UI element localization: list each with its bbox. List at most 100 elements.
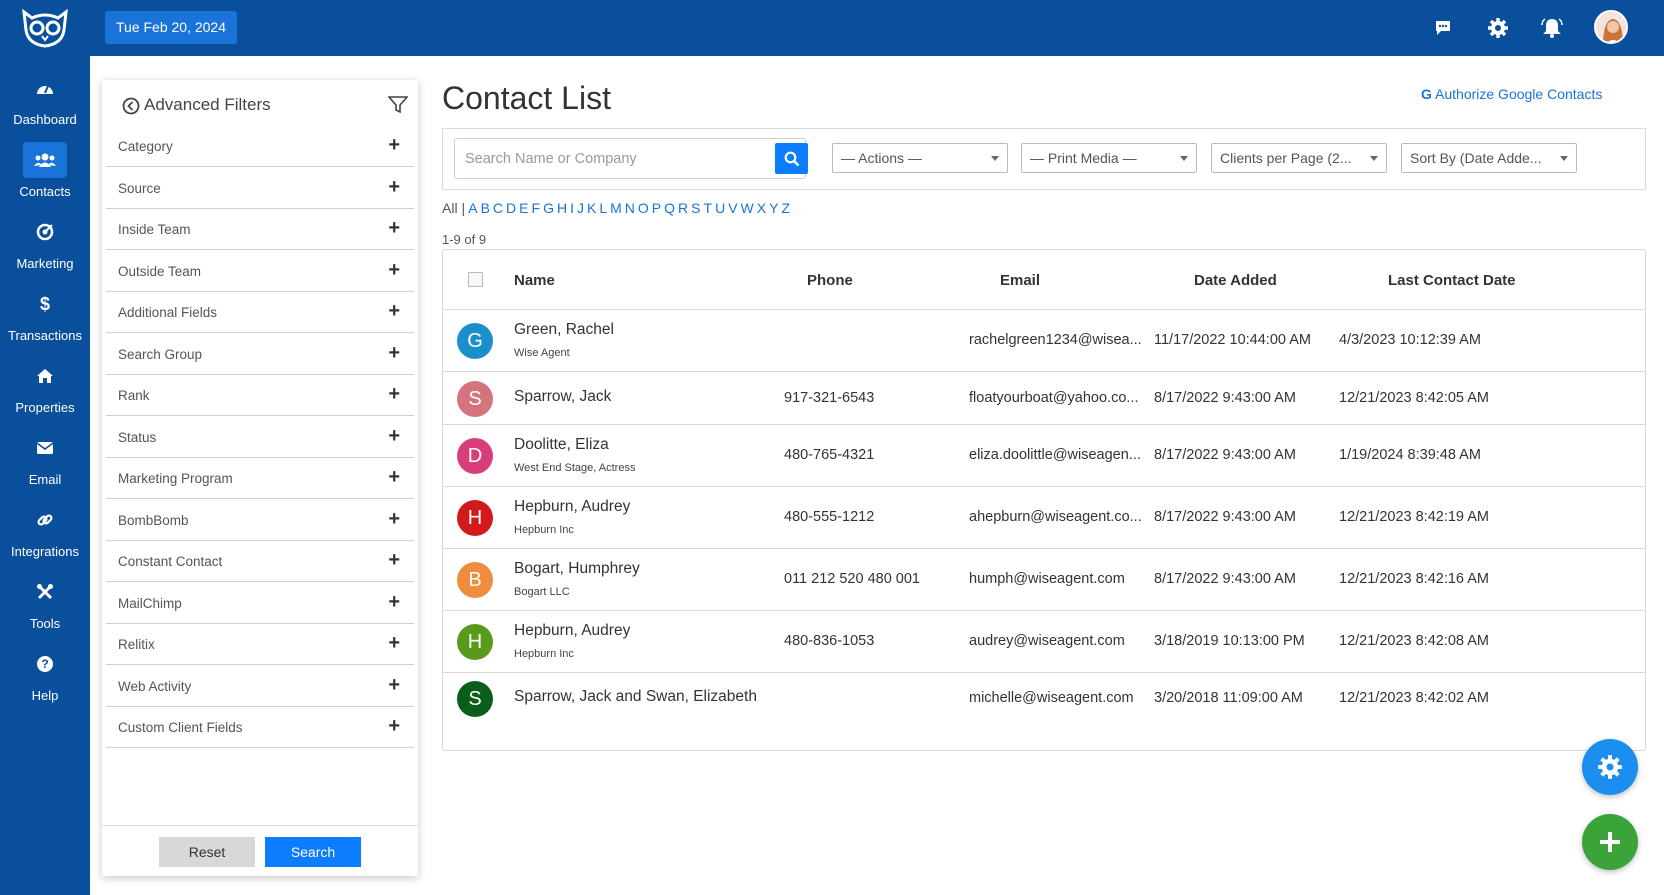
contact-name-link[interactable]: Green, Rachel <box>514 321 614 339</box>
alpha-letter-link[interactable]: Y <box>769 200 778 216</box>
column-header-last-contact-date[interactable]: Last Contact Date <box>1388 272 1516 289</box>
contact-name-link[interactable]: Sparrow, Jack and Swan, Elizabeth <box>514 688 757 706</box>
sidebar-item-email[interactable]: Email <box>0 430 90 500</box>
alpha-letter-link[interactable]: U <box>715 200 725 216</box>
contact-email[interactable]: eliza.doolittle@wiseagen... <box>969 447 1141 463</box>
alpha-letter-link[interactable]: Q <box>664 200 675 216</box>
column-header-phone[interactable]: Phone <box>807 272 853 289</box>
table-row[interactable]: B Bogart, Humphrey Bogart LLC 011 212 520 4… <box>443 549 1645 611</box>
plus-icon[interactable]: + <box>388 342 400 365</box>
contact-name-link[interactable]: Sparrow, Jack <box>514 388 611 406</box>
alpha-letter-link[interactable]: I <box>570 200 574 216</box>
reset-button[interactable]: Reset <box>159 837 255 867</box>
sort-by-dropdown[interactable]: Sort By (Date Adde... <box>1401 143 1577 173</box>
plus-icon[interactable]: + <box>388 134 400 157</box>
select-all-checkbox[interactable] <box>468 272 483 287</box>
filter-row[interactable]: Additional Fields + <box>106 292 414 333</box>
plus-icon[interactable]: + <box>388 632 400 655</box>
contact-email[interactable]: audrey@wiseagent.com <box>969 633 1125 649</box>
plus-icon[interactable]: + <box>388 549 400 572</box>
filter-row[interactable]: Status + <box>106 417 414 458</box>
bell-icon[interactable] <box>1538 14 1566 42</box>
add-contact-fab-button[interactable] <box>1582 814 1638 870</box>
plus-icon[interactable]: + <box>388 176 400 199</box>
filter-row[interactable]: Relitix + <box>106 624 414 665</box>
alpha-letter-link[interactable]: Z <box>781 200 790 216</box>
table-row[interactable]: S Sparrow, Jack and Swan, Elizabeth michel… <box>443 673 1645 725</box>
alpha-letter-link[interactable]: V <box>728 200 737 216</box>
alpha-letter-link[interactable]: R <box>678 200 688 216</box>
filter-row[interactable]: Web Activity + <box>106 666 414 707</box>
gear-icon[interactable] <box>1484 14 1512 42</box>
plus-icon[interactable]: + <box>388 425 400 448</box>
alpha-letter-link[interactable]: K <box>587 200 596 216</box>
date-display[interactable]: Tue Feb 20, 2024 <box>105 11 238 44</box>
authorize-google-contacts-link[interactable]: G Authorize Google Contacts <box>1421 86 1602 102</box>
plus-icon[interactable]: + <box>388 674 400 697</box>
alpha-letter-link[interactable]: D <box>506 200 516 216</box>
plus-icon[interactable]: + <box>388 383 400 406</box>
plus-icon[interactable]: + <box>388 715 400 738</box>
sidebar-item-help[interactable]: ? Help <box>0 646 90 716</box>
alpha-letter-link[interactable]: C <box>493 200 503 216</box>
filter-row[interactable]: MailChimp + <box>106 583 414 624</box>
sidebar-item-properties[interactable]: Properties <box>0 358 90 428</box>
filter-row[interactable]: Rank + <box>106 375 414 416</box>
chat-icon[interactable] <box>1429 14 1457 42</box>
contact-email[interactable]: ahepburn@wiseagent.co... <box>969 509 1142 525</box>
contact-email[interactable]: rachelgreen1234@wisea... <box>969 332 1142 348</box>
column-header-name[interactable]: Name <box>514 272 555 289</box>
funnel-icon[interactable] <box>387 96 409 119</box>
search-submit-button[interactable] <box>775 143 808 174</box>
filter-row[interactable]: BombBomb + <box>106 500 414 541</box>
alpha-letter-link[interactable]: W <box>741 200 754 216</box>
alpha-letter-link[interactable]: B <box>481 200 490 216</box>
alpha-letter-link[interactable]: G <box>543 200 554 216</box>
contact-name-link[interactable]: Bogart, Humphrey <box>514 560 640 578</box>
contact-name-link[interactable]: Hepburn, Audrey <box>514 498 630 516</box>
contact-name-link[interactable]: Hepburn, Audrey <box>514 622 630 640</box>
sidebar-item-transactions[interactable]: $ Transactions <box>0 286 90 356</box>
filter-row[interactable]: Inside Team + <box>106 209 414 250</box>
sidebar-item-contacts[interactable]: Contacts <box>0 142 90 212</box>
settings-fab-button[interactable] <box>1582 739 1638 795</box>
alpha-letter-link[interactable]: X <box>757 200 766 216</box>
alpha-letter-link[interactable]: L <box>599 200 607 216</box>
alpha-letter-link[interactable]: A <box>468 200 477 216</box>
alpha-letter-link[interactable]: F <box>532 200 541 216</box>
alpha-letter-link[interactable]: O <box>638 200 649 216</box>
sidebar-item-integrations[interactable]: Integrations <box>0 502 90 572</box>
alpha-all-label[interactable]: All <box>442 200 458 216</box>
search-input[interactable] <box>454 138 806 179</box>
alpha-letter-link[interactable]: S <box>691 200 700 216</box>
alpha-letter-link[interactable]: J <box>577 200 584 216</box>
print-media-dropdown[interactable]: — Print Media — <box>1021 143 1197 173</box>
alpha-letter-link[interactable]: N <box>625 200 635 216</box>
plus-icon[interactable]: + <box>388 217 400 240</box>
plus-icon[interactable]: + <box>388 508 400 531</box>
table-row[interactable]: H Hepburn, Audrey Hepburn Inc 480-836-1053 a… <box>443 611 1645 673</box>
alpha-letter-link[interactable]: P <box>652 200 661 216</box>
table-row[interactable]: H Hepburn, Audrey Hepburn Inc 480-555-1212 a… <box>443 487 1645 549</box>
filter-row[interactable]: Source + <box>106 168 414 209</box>
table-row[interactable]: D Doolitte, Eliza West End Stage, Actress 4… <box>443 425 1645 487</box>
table-row[interactable]: G Green, Rachel Wise Agent rachelgreen1234@… <box>443 310 1645 372</box>
sidebar-item-tools[interactable]: Tools <box>0 574 90 644</box>
clients-per-page-dropdown[interactable]: Clients per Page (2... <box>1211 143 1387 173</box>
table-row[interactable]: S Sparrow, Jack 917-321-6543 floatyourboat@… <box>443 372 1645 425</box>
alpha-letter-link[interactable]: T <box>704 200 713 216</box>
back-circle-icon[interactable] <box>122 97 140 120</box>
actions-dropdown[interactable]: — Actions — <box>832 143 1008 173</box>
filter-row[interactable]: Custom Client Fields + <box>106 707 414 748</box>
owl-logo-icon[interactable] <box>18 8 72 48</box>
plus-icon[interactable]: + <box>388 591 400 614</box>
filter-row[interactable]: Category + <box>106 126 414 167</box>
contact-email[interactable]: floatyourboat@yahoo.co... <box>969 390 1139 406</box>
search-button[interactable]: Search <box>265 837 361 867</box>
filter-row[interactable]: Marketing Program + <box>106 458 414 499</box>
sidebar-item-marketing[interactable]: Marketing <box>0 214 90 284</box>
plus-icon[interactable]: + <box>388 259 400 282</box>
alpha-letter-link[interactable]: H <box>557 200 567 216</box>
alpha-letter-link[interactable]: E <box>519 200 528 216</box>
contact-email[interactable]: michelle@wiseagent.com <box>969 690 1134 706</box>
